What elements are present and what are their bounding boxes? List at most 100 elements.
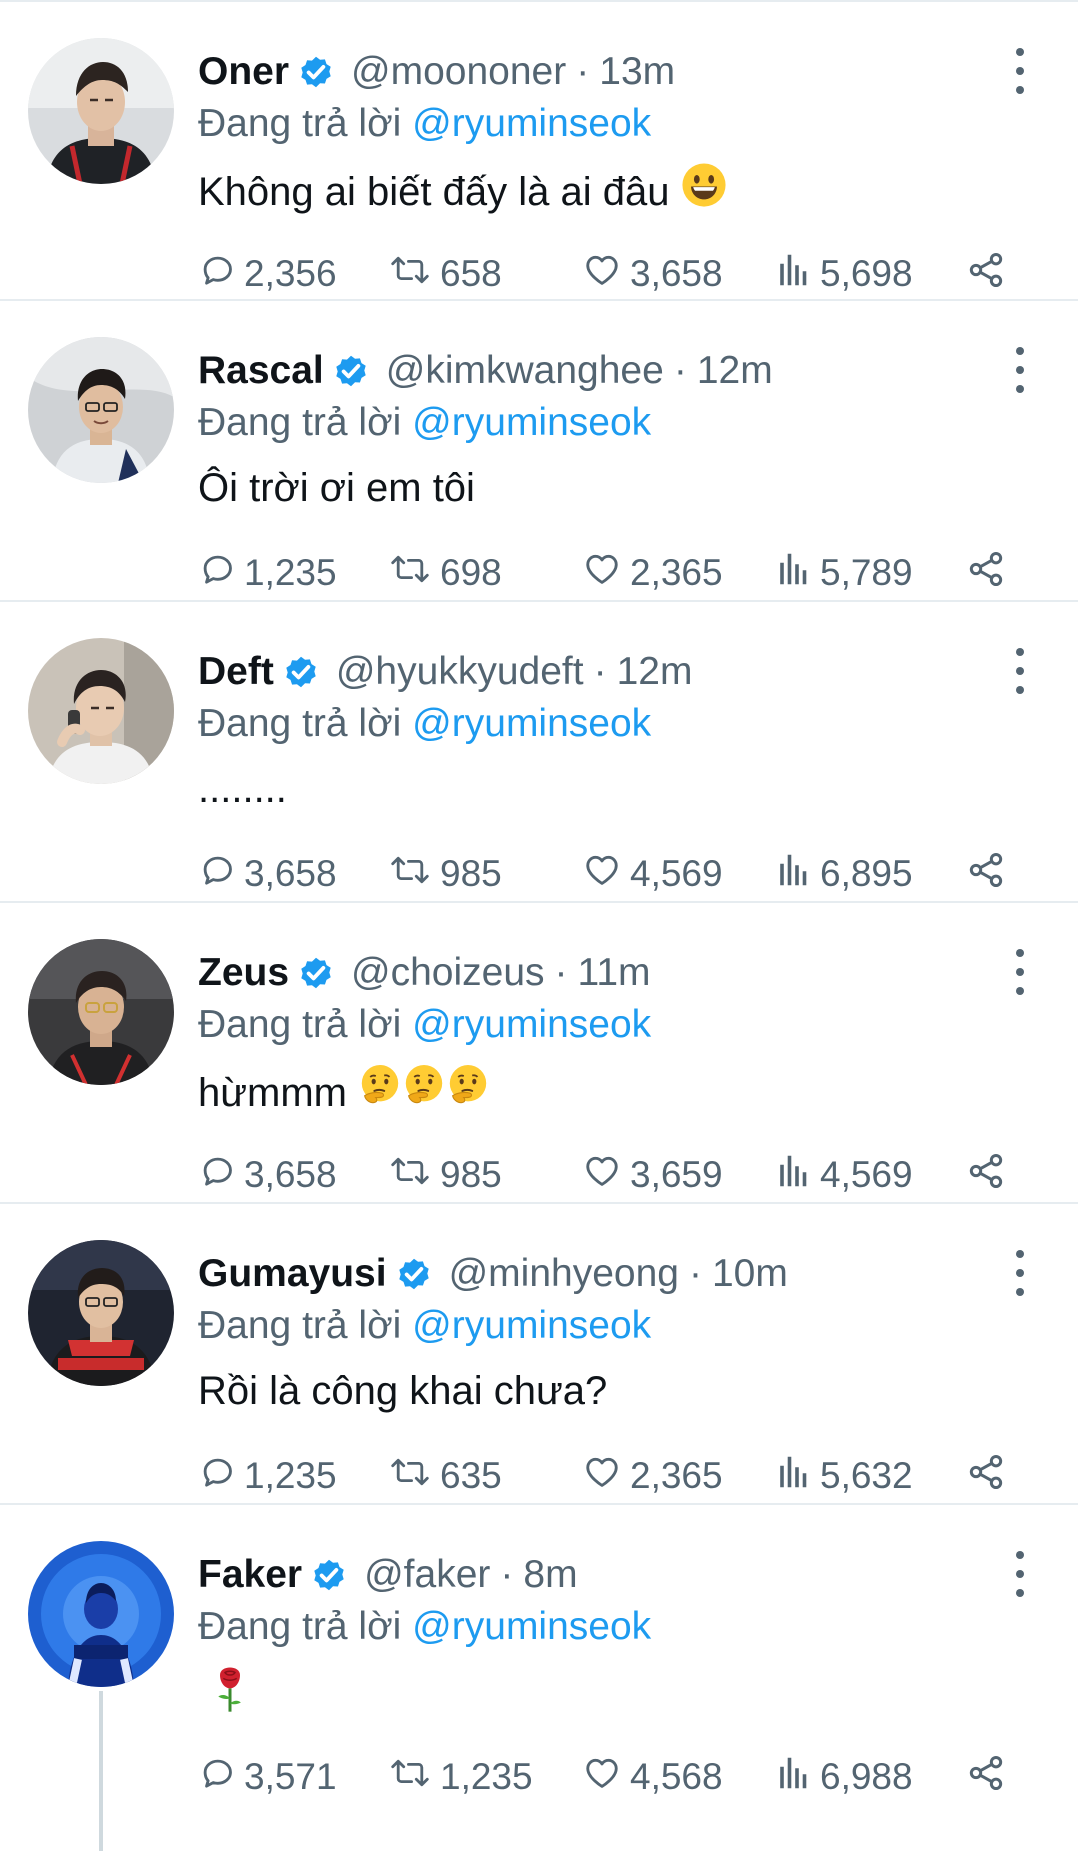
like-button[interactable]: 4,568 <box>582 1753 723 1801</box>
retweet-icon <box>388 1754 432 1801</box>
tweet-header: Rascal @kimkwanghee · 12m <box>198 345 773 397</box>
reply-tweet[interactable]: Faker @faker · 8m Đang trả lời @ryuminseok 3,… <box>0 1505 1078 1851</box>
view-count: 4,569 <box>820 1154 913 1195</box>
like-button[interactable]: 2,365 <box>582 549 723 597</box>
retweet-button[interactable]: 985 <box>388 1151 502 1199</box>
views-button[interactable]: 5,789 <box>776 549 913 597</box>
timestamp[interactable]: 11m <box>578 947 651 999</box>
more-vertical-icon[interactable] <box>1002 1551 1038 1597</box>
display-name[interactable]: Zeus <box>198 947 289 999</box>
reply-button[interactable]: 1,235 <box>198 1452 337 1500</box>
timestamp[interactable]: 8m <box>523 1549 577 1601</box>
views-button[interactable]: 6,895 <box>776 850 913 898</box>
reply-button[interactable]: 2,356 <box>198 250 337 298</box>
share-button[interactable] <box>966 1452 1006 1500</box>
speech-bubble-icon <box>198 1152 236 1199</box>
user-handle[interactable]: @kimkwanghee <box>386 345 664 397</box>
timestamp[interactable]: 12m <box>697 345 773 397</box>
display-name[interactable]: Faker <box>198 1549 302 1601</box>
share-button[interactable] <box>966 250 1006 298</box>
display-name[interactable]: Deft <box>198 646 274 698</box>
share-icon <box>966 850 1006 899</box>
views-button[interactable]: 6,988 <box>776 1753 913 1801</box>
bar-chart-icon <box>776 851 812 898</box>
reply-tweet[interactable]: Oner @moononer · 13m Đang trả lời @ryuminseo… <box>0 0 1078 301</box>
reply-button[interactable]: 3,658 <box>198 850 337 898</box>
views-button[interactable]: 5,632 <box>776 1452 913 1500</box>
more-vertical-icon[interactable] <box>1002 347 1038 393</box>
retweet-icon <box>388 1152 432 1199</box>
timestamp[interactable]: 12m <box>617 646 693 698</box>
share-button[interactable] <box>966 1151 1006 1199</box>
share-icon <box>966 1753 1006 1802</box>
mention-link[interactable]: @ryuminseok <box>412 702 651 745</box>
reply-tweet[interactable]: Deft @hyukkyudeft · 12m Đang trả lời @ryumin… <box>0 602 1078 903</box>
more-vertical-icon[interactable] <box>1002 48 1038 94</box>
verified-badge-icon <box>280 651 322 693</box>
user-handle[interactable]: @choizeus <box>351 947 545 999</box>
retweet-button[interactable]: 1,235 <box>388 1753 533 1801</box>
like-button[interactable]: 3,658 <box>582 250 723 298</box>
retweet-count: 658 <box>440 253 502 294</box>
reply-button[interactable]: 1,235 <box>198 549 337 597</box>
display-name[interactable]: Oner <box>198 46 289 98</box>
display-name[interactable]: Rascal <box>198 345 324 397</box>
separator-dot: · <box>554 951 568 994</box>
like-button[interactable]: 2,365 <box>582 1452 723 1500</box>
like-count: 3,659 <box>630 1154 723 1195</box>
timestamp[interactable]: 10m <box>712 1248 788 1300</box>
user-handle[interactable]: @hyukkyudeft <box>336 646 584 698</box>
speech-bubble-icon <box>198 1453 236 1500</box>
like-button[interactable]: 4,569 <box>582 850 723 898</box>
user-handle[interactable]: @moononer <box>351 46 566 98</box>
avatar[interactable] <box>28 1240 174 1386</box>
views-button[interactable]: 5,698 <box>776 250 913 298</box>
user-handle[interactable]: @minhyeong <box>449 1248 679 1300</box>
bar-chart-icon <box>776 1152 812 1199</box>
reply-tweet[interactable]: Zeus @choizeus · 11m Đang trả lời @ryuminseo… <box>0 903 1078 1204</box>
display-name[interactable]: Gumayusi <box>198 1248 387 1300</box>
share-button[interactable] <box>966 850 1006 898</box>
share-button[interactable] <box>966 1753 1006 1801</box>
mention-link[interactable]: @ryuminseok <box>412 102 651 145</box>
avatar[interactable] <box>28 337 174 483</box>
bar-chart-icon <box>776 1754 812 1801</box>
verified-badge-icon <box>330 350 372 392</box>
heart-icon <box>582 251 622 298</box>
like-button[interactable]: 3,659 <box>582 1151 723 1199</box>
reply-button[interactable]: 3,658 <box>198 1151 337 1199</box>
heart-icon <box>582 1754 622 1801</box>
retweet-button[interactable]: 985 <box>388 850 502 898</box>
retweet-button[interactable]: 635 <box>388 1452 502 1500</box>
retweet-count: 985 <box>440 853 502 894</box>
retweet-icon <box>388 1453 432 1500</box>
avatar[interactable] <box>28 939 174 1085</box>
user-handle[interactable]: @faker <box>364 1549 490 1601</box>
reply-count: 2,356 <box>244 253 337 294</box>
reply-button[interactable]: 3,571 <box>198 1753 337 1801</box>
view-count: 5,632 <box>820 1455 913 1496</box>
more-vertical-icon[interactable] <box>1002 648 1038 694</box>
views-button[interactable]: 4,569 <box>776 1151 913 1199</box>
reply-count: 3,658 <box>244 1154 337 1195</box>
mention-link[interactable]: @ryuminseok <box>412 1304 651 1347</box>
avatar[interactable] <box>28 1541 174 1687</box>
tweet-header: Oner @moononer · 13m <box>198 46 675 98</box>
mention-link[interactable]: @ryuminseok <box>412 401 651 444</box>
verified-badge-icon <box>295 51 337 93</box>
avatar[interactable] <box>28 638 174 784</box>
avatar[interactable] <box>28 38 174 184</box>
mention-link[interactable]: @ryuminseok <box>412 1003 651 1046</box>
retweet-button[interactable]: 698 <box>388 549 502 597</box>
replying-to: Đang trả lời @ryuminseok <box>198 1601 651 1653</box>
more-vertical-icon[interactable] <box>1002 949 1038 995</box>
reply-tweet[interactable]: Gumayusi @minhyeong · 10m Đang trả lời @ryum… <box>0 1204 1078 1505</box>
share-icon <box>966 1151 1006 1200</box>
replying-to: Đang trả lời @ryuminseok <box>198 98 651 150</box>
timestamp[interactable]: 13m <box>599 46 675 98</box>
more-vertical-icon[interactable] <box>1002 1250 1038 1296</box>
mention-link[interactable]: @ryuminseok <box>412 1605 651 1648</box>
retweet-button[interactable]: 658 <box>388 250 502 298</box>
reply-tweet[interactable]: Rascal @kimkwanghee · 12m Đang trả lời @ryum… <box>0 301 1078 602</box>
share-button[interactable] <box>966 549 1006 597</box>
